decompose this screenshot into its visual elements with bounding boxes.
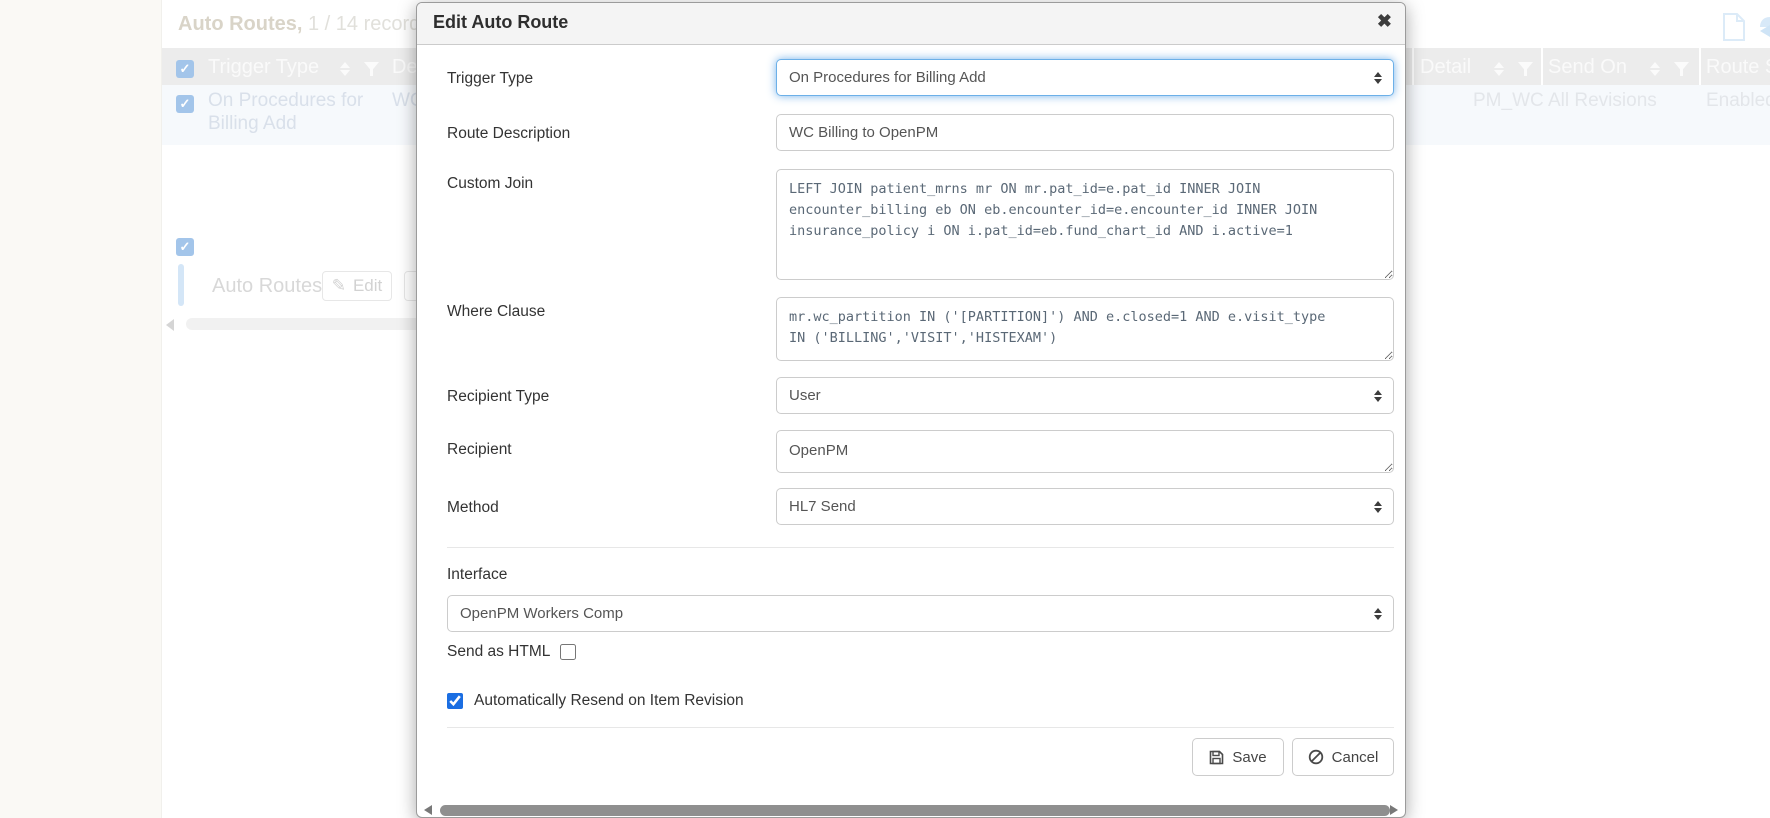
select-all-checkbox[interactable]: ✓ bbox=[176, 60, 194, 78]
new-record-icon[interactable] bbox=[1722, 13, 1746, 41]
select-caret-icon bbox=[1374, 608, 1382, 620]
divider bbox=[447, 547, 1394, 548]
column-divider bbox=[1412, 48, 1414, 85]
save-floppy-icon bbox=[1209, 750, 1224, 765]
recipient-label: Recipient bbox=[447, 441, 512, 459]
send-as-html-label: Send as HTML bbox=[447, 643, 550, 661]
check-glyph: ✓ bbox=[180, 239, 191, 255]
where-clause-label: Where Clause bbox=[447, 303, 545, 321]
row-checkbox[interactable]: ✓ bbox=[176, 238, 194, 256]
route-description-label: Route Description bbox=[447, 125, 570, 143]
edit-button[interactable]: ✎ Edit bbox=[322, 271, 392, 301]
send-as-html-row: Send as HTML bbox=[447, 643, 576, 661]
scrollbar-thumb[interactable] bbox=[440, 805, 1390, 816]
dialog-title: Edit Auto Route bbox=[433, 12, 568, 33]
trigger-type-value: On Procedures for Billing Add bbox=[789, 69, 986, 86]
refresh-icon[interactable] bbox=[1758, 13, 1770, 41]
interface-value: OpenPM Workers Comp bbox=[460, 605, 623, 622]
cell-route-status: Enabled bbox=[1706, 90, 1770, 112]
background-left-strip bbox=[0, 0, 162, 818]
page: Auto Routes, 1 / 14 records, 1 recor ✓ T… bbox=[0, 0, 1770, 818]
save-button-label: Save bbox=[1232, 749, 1266, 766]
sort-icon[interactable] bbox=[1494, 62, 1504, 76]
records-summary-title: Auto Routes, bbox=[178, 13, 302, 35]
pencil-icon: ✎ bbox=[332, 276, 346, 296]
edit-button-label: Edit bbox=[353, 276, 382, 296]
check-glyph: ✓ bbox=[180, 96, 191, 112]
column-header-route-status[interactable]: Route Stat bbox=[1706, 56, 1770, 79]
recipient-type-value: User bbox=[789, 387, 821, 404]
custom-join-textarea[interactable]: LEFT JOIN patient_mrns mr ON mr.pat_id=e… bbox=[776, 169, 1394, 280]
check-glyph: ✓ bbox=[180, 61, 191, 77]
trigger-type-select[interactable]: On Procedures for Billing Add bbox=[776, 59, 1394, 96]
scroll-left-arrow[interactable] bbox=[424, 805, 432, 815]
cell-trigger-type-line2: Billing Add bbox=[208, 113, 297, 135]
column-header-detail[interactable]: Detail bbox=[1420, 56, 1471, 79]
column-divider bbox=[1541, 48, 1543, 85]
recipient-type-label: Recipient Type bbox=[447, 388, 549, 406]
send-as-html-checkbox[interactable] bbox=[560, 644, 576, 660]
interface-select[interactable]: OpenPM Workers Comp bbox=[447, 595, 1394, 632]
cancel-button[interactable]: Cancel bbox=[1292, 738, 1394, 776]
recipient-textarea[interactable]: OpenPM bbox=[776, 430, 1394, 473]
column-divider bbox=[1699, 48, 1701, 85]
column-header-send-on[interactable]: Send On bbox=[1548, 56, 1627, 79]
cancel-ban-icon bbox=[1308, 749, 1324, 765]
column-header-trigger-type[interactable]: Trigger Type bbox=[208, 56, 319, 79]
where-clause-textarea[interactable]: mr.wc_partition IN ('[PARTITION]') AND e… bbox=[776, 297, 1394, 361]
cell-detail: PM_WC bbox=[1473, 90, 1544, 112]
method-label: Method bbox=[447, 499, 499, 517]
row-checkbox[interactable]: ✓ bbox=[176, 95, 194, 113]
interface-label: Interface bbox=[447, 566, 507, 584]
route-description-input[interactable] bbox=[776, 114, 1394, 151]
scroll-left-arrow[interactable] bbox=[166, 319, 174, 331]
subpanel-accent-bar bbox=[178, 264, 184, 306]
scrollbar-thumb[interactable] bbox=[186, 318, 422, 330]
select-caret-icon bbox=[1374, 501, 1382, 513]
cancel-button-label: Cancel bbox=[1332, 749, 1379, 766]
select-caret-icon bbox=[1374, 390, 1382, 402]
method-select[interactable]: HL7 Send bbox=[776, 488, 1394, 525]
method-value: HL7 Send bbox=[789, 498, 856, 515]
sort-icon[interactable] bbox=[1650, 62, 1660, 76]
subpanel-title: Auto Routes bbox=[212, 275, 322, 298]
edit-auto-route-dialog: Edit Auto Route ✖ Trigger Type On Proced… bbox=[416, 2, 1406, 818]
divider bbox=[447, 727, 1394, 728]
auto-resend-checkbox[interactable] bbox=[447, 693, 463, 709]
save-button[interactable]: Save bbox=[1192, 738, 1284, 776]
auto-resend-label: Automatically Resend on Item Revision bbox=[474, 692, 744, 710]
trigger-type-label: Trigger Type bbox=[447, 70, 533, 88]
cell-send-on: All Revisions bbox=[1548, 90, 1657, 112]
sort-icon[interactable] bbox=[340, 62, 350, 76]
auto-resend-row: Automatically Resend on Item Revision bbox=[447, 692, 744, 710]
custom-join-label: Custom Join bbox=[447, 175, 533, 193]
recipient-type-select[interactable]: User bbox=[776, 377, 1394, 414]
close-icon[interactable]: ✖ bbox=[1377, 11, 1392, 32]
scroll-right-arrow[interactable] bbox=[1390, 805, 1398, 815]
cell-trigger-type-line1: On Procedures for bbox=[208, 90, 363, 112]
select-caret-icon bbox=[1374, 72, 1382, 84]
